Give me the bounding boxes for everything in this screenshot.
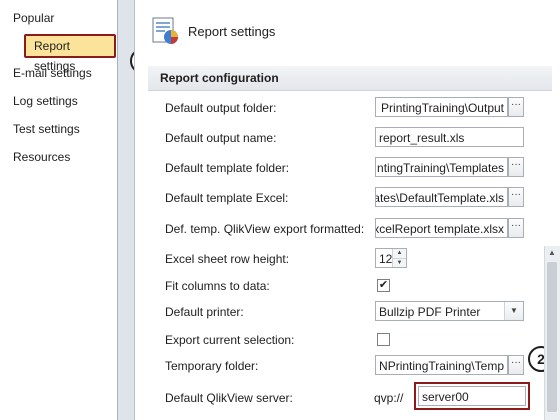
sidebar-item-email-settings[interactable]: E-mail settings: [6, 61, 109, 85]
checkmark-icon: ✔: [378, 279, 389, 291]
template-folder-value: ntingTraining\Templates: [377, 161, 504, 175]
output-folder-field[interactable]: PrintingTraining\Output: [375, 97, 508, 117]
temp-folder-label: Temporary folder:: [165, 359, 259, 373]
printer-select[interactable]: Bullzip PDF Printer ▼: [375, 301, 524, 321]
row-height-label: Excel sheet row height:: [165, 252, 290, 266]
output-name-value: report_result.xls: [379, 131, 465, 145]
output-name-label: Default output name:: [165, 131, 277, 145]
template-excel-label: Default template Excel:: [165, 191, 289, 205]
sidebar-item-resources[interactable]: Resources: [6, 145, 109, 169]
vertical-scrollbar[interactable]: ▲: [544, 246, 560, 420]
spin-down-icon[interactable]: ▼: [392, 258, 406, 267]
output-folder-value: PrintingTraining\Output: [381, 101, 504, 115]
qv-export-browse-button[interactable]: ···: [508, 218, 524, 238]
scroll-up-icon[interactable]: ▲: [548, 248, 556, 257]
template-excel-field[interactable]: ates\DefaultTemplate.xls: [375, 187, 508, 207]
template-excel-value: ates\DefaultTemplate.xls: [375, 191, 504, 205]
output-folder-browse-button[interactable]: ···: [508, 97, 524, 117]
sidebar-item-log-settings[interactable]: Log settings: [6, 89, 109, 113]
chevron-down-icon[interactable]: ▼: [504, 302, 523, 320]
sidebar-item-report-settings[interactable]: Report settings: [24, 34, 116, 73]
section-header: Report configuration: [148, 66, 552, 91]
spin-up-icon[interactable]: ▲: [392, 249, 406, 258]
template-excel-browse-button[interactable]: ···: [508, 187, 524, 207]
scrollbar-thumb[interactable]: [547, 262, 557, 412]
export-selection-label: Export current selection:: [165, 333, 295, 347]
export-selection-checkbox[interactable]: [377, 333, 390, 346]
qv-export-label: Def. temp. QlikView export formatted:: [165, 222, 365, 236]
printer-value: Bullzip PDF Printer: [379, 305, 481, 319]
output-folder-label: Default output folder:: [165, 101, 277, 115]
temp-folder-browse-button[interactable]: ···: [508, 355, 524, 375]
settings-sidebar: Popular Report settings E-mail settings …: [0, 0, 118, 420]
qv-server-highlight: [414, 382, 530, 410]
temp-folder-field[interactable]: NPrintingTraining\Temp: [375, 355, 508, 375]
fit-columns-checkbox[interactable]: ✔: [377, 279, 390, 292]
output-name-field[interactable]: report_result.xls: [375, 127, 524, 147]
template-folder-browse-button[interactable]: ···: [508, 157, 524, 177]
printer-label: Default printer:: [165, 305, 244, 319]
temp-folder-value: NPrintingTraining\Temp: [379, 359, 504, 373]
page-title: Report settings: [188, 24, 276, 39]
row-height-value: 12: [379, 252, 393, 266]
sidebar-item-popular[interactable]: Popular: [6, 6, 109, 30]
qv-server-label: Default QlikView server:: [165, 391, 293, 405]
qv-export-field[interactable]: xcelReport template.xlsx: [375, 218, 508, 238]
report-settings-icon: [152, 17, 178, 44]
fit-columns-label: Fit columns to data:: [165, 279, 270, 293]
template-folder-field[interactable]: ntingTraining\Templates: [375, 157, 508, 177]
template-folder-label: Default template folder:: [165, 161, 290, 175]
qv-export-value: xcelReport template.xlsx: [375, 222, 504, 236]
section-title: Report configuration: [160, 71, 279, 85]
qv-server-prefix: qvp://: [374, 391, 404, 405]
sidebar-item-test-settings[interactable]: Test settings: [6, 117, 109, 141]
row-height-stepper[interactable]: 12 ▲ ▼: [375, 248, 407, 268]
